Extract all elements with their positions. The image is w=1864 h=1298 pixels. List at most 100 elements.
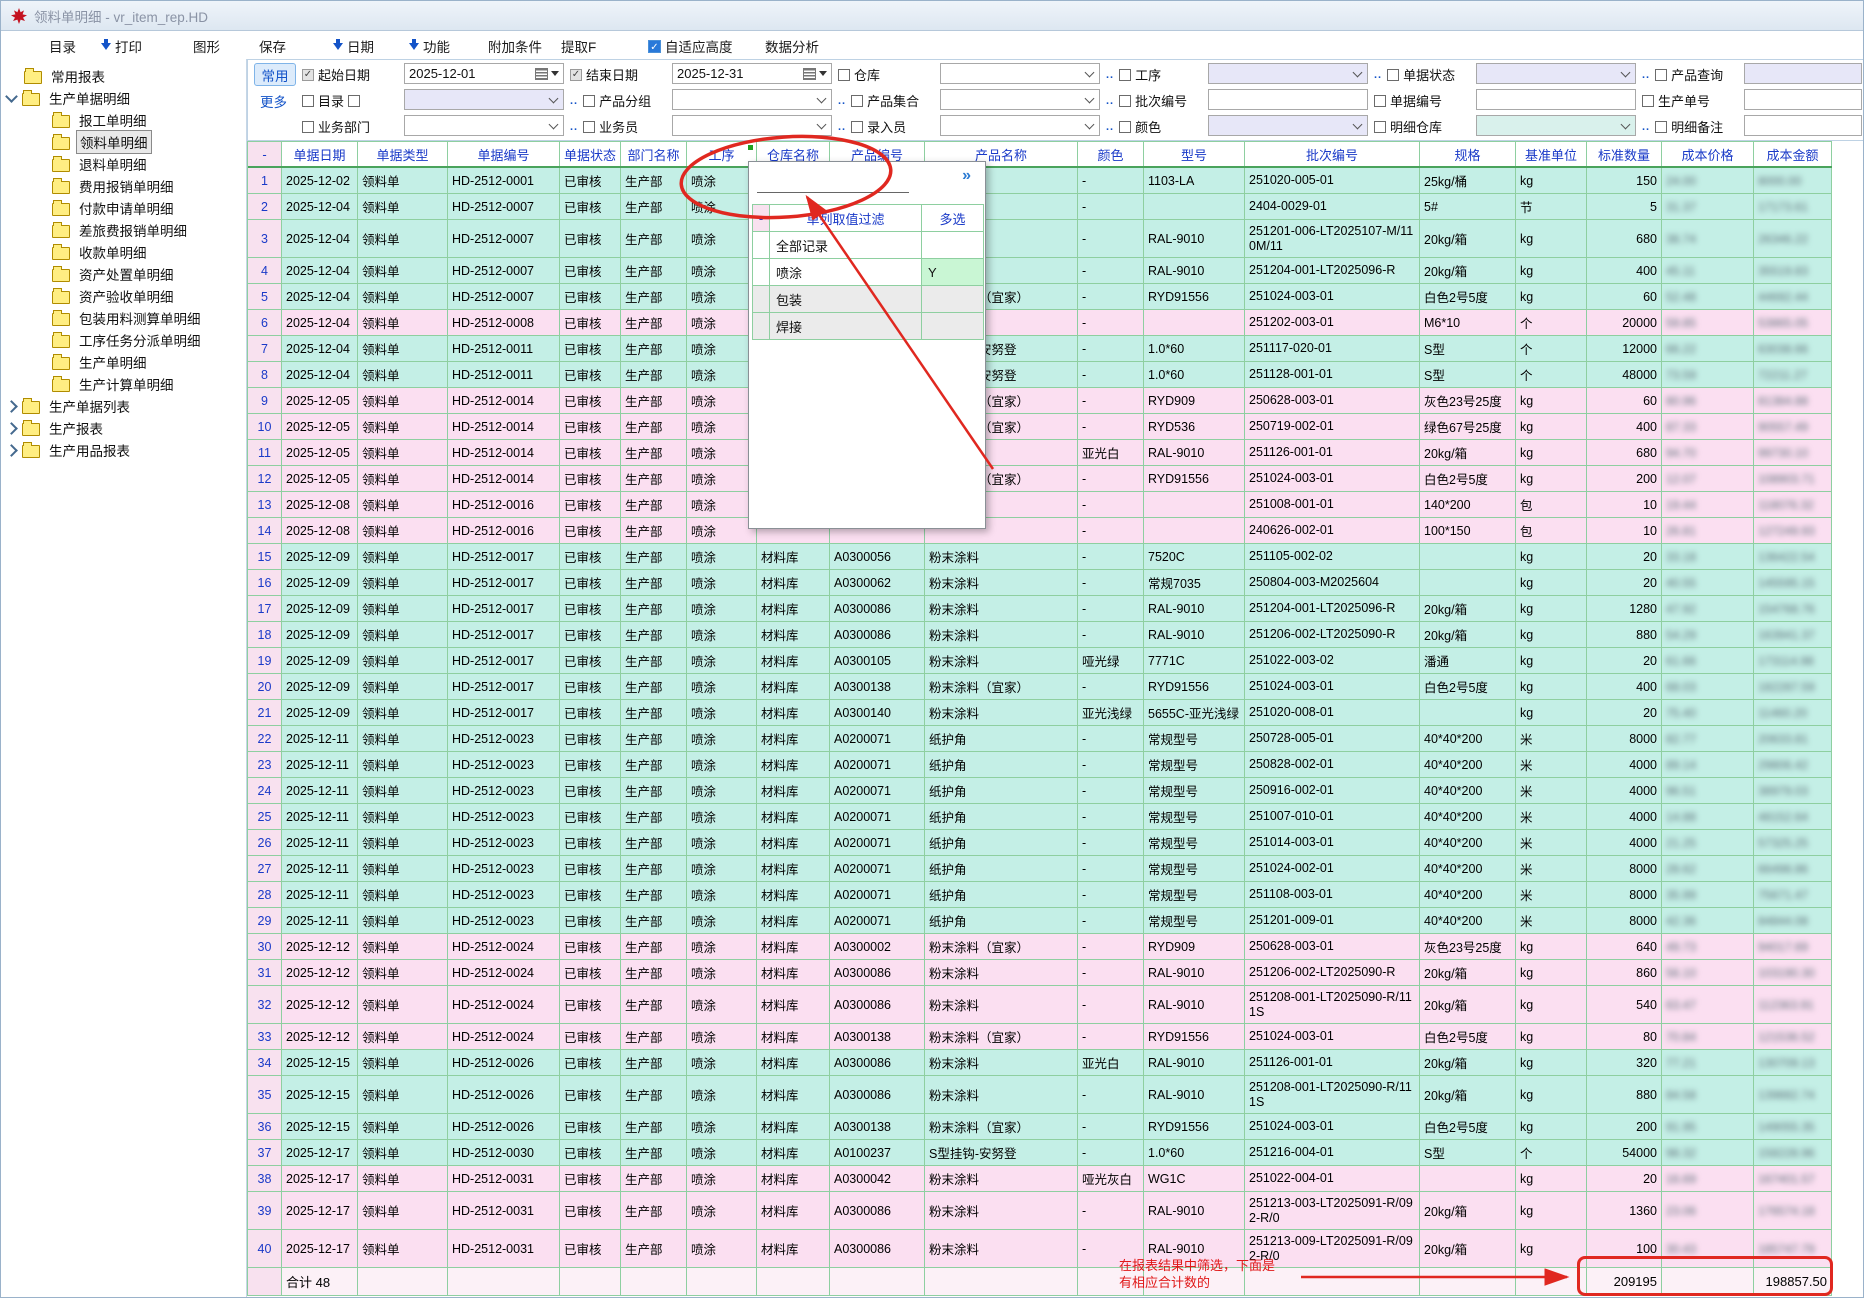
chevron-down-icon[interactable] <box>549 119 559 129</box>
column-header-单据状态[interactable]: 单据状态 <box>560 142 621 166</box>
table-row[interactable]: 62025-12-04领料单HD-2512-0008已审核生产部喷涂-25120… <box>248 310 1832 336</box>
filter-checkbox-业务员[interactable] <box>583 121 595 133</box>
column-header-规格[interactable]: 规格 <box>1420 142 1516 166</box>
table-row[interactable]: 282025-12-11领料单HD-2512-0023已审核生产部喷涂材料库A0… <box>248 882 1832 908</box>
dropdown-field-目录[interactable] <box>404 89 564 110</box>
column-header-成本价格[interactable]: 成本价格 <box>1662 142 1754 166</box>
table-row[interactable]: 32025-12-04领料单HD-2512-0007已审核生产部喷涂-RAL-9… <box>248 220 1832 258</box>
table-row[interactable]: 382025-12-17领料单HD-2512-0031已审核生产部喷涂材料库A0… <box>248 1166 1832 1192</box>
chevron-down-icon[interactable] <box>817 93 827 103</box>
more-dots-icon[interactable]: .. <box>838 95 846 107</box>
input-field-生产单号[interactable] <box>1744 89 1862 110</box>
toolbar-item-6[interactable]: 功能 <box>409 36 450 56</box>
more-dots-icon[interactable]: .. <box>570 95 578 107</box>
table-row[interactable]: 132025-12-08领料单HD-2512-0016已审核生产部喷涂-2510… <box>248 492 1832 518</box>
popup-option-multi[interactable] <box>922 286 984 313</box>
popup-index-header[interactable]: - <box>753 205 770 232</box>
dropdown-field-单据状态[interactable] <box>1476 63 1636 84</box>
table-row[interactable]: 292025-12-11领料单HD-2512-0023已审核生产部喷涂材料库A0… <box>248 908 1832 934</box>
dropdown-field-业务部门[interactable] <box>404 115 564 136</box>
input-field-产品查询[interactable] <box>1744 63 1862 84</box>
chevron-down-icon[interactable] <box>1353 119 1363 129</box>
filter-checkbox-单据状态[interactable] <box>1387 69 1399 81</box>
table-row[interactable]: 52025-12-04领料单HD-2512-0007已审核生产部喷涂粉末涂料（宜… <box>248 284 1832 310</box>
column-header-单据类型[interactable]: 单据类型 <box>358 142 448 166</box>
tree-item[interactable]: 付款申请单明细 <box>1 197 246 219</box>
filter-checkbox-工序[interactable] <box>1119 69 1131 81</box>
tree-item[interactable]: 生产单明细 <box>1 351 246 373</box>
calendar-icon[interactable] <box>803 68 816 80</box>
filter-checkbox-起始日期[interactable]: ✓ <box>302 69 314 81</box>
tree-item[interactable]: 差旅费报销单明细 <box>1 219 246 241</box>
filter-checkbox-颜色[interactable] <box>1119 121 1131 133</box>
table-row[interactable]: 22025-12-04领料单HD-2512-0007已审核生产部喷涂-2404-… <box>248 194 1832 220</box>
dropdown-field-业务员[interactable] <box>672 115 832 136</box>
popup-option-multi[interactable] <box>922 232 984 259</box>
filter-checkbox-单据编号[interactable] <box>1374 95 1386 107</box>
date-field-起始日期[interactable]: 2025-12-01 <box>404 63 564 84</box>
popup-option-row[interactable]: 包装 <box>753 286 984 313</box>
filter-checkbox-仓库[interactable] <box>838 69 850 81</box>
tree-item[interactable]: 资产处置单明细 <box>1 263 246 285</box>
dropdown-field-工序[interactable] <box>1208 63 1368 84</box>
tree-item[interactable]: 生产单据明细 <box>1 87 246 109</box>
dropdown-field-录入员[interactable] <box>940 115 1100 136</box>
column-header-单据日期[interactable]: 单据日期 <box>282 142 358 166</box>
toolbar-item-2[interactable]: 打印 <box>101 36 142 56</box>
more-dots-icon[interactable]: .. <box>1642 121 1650 133</box>
filter-checkbox-产品分组[interactable] <box>583 95 595 107</box>
filter-checkbox-批次编号[interactable] <box>1119 95 1131 107</box>
expand-chevrons-icon[interactable]: » <box>962 167 971 185</box>
table-row[interactable]: 82025-12-04领料单HD-2512-0011已审核生产部喷涂S型挂钩-安… <box>248 362 1832 388</box>
popup-filter-title[interactable]: 单列取值过滤 <box>770 205 922 232</box>
column-header--[interactable]: - <box>248 142 282 166</box>
table-row[interactable]: 12025-12-02领料单HD-2512-0001已审核生产部喷涂-1103-… <box>248 168 1832 194</box>
column-header-型号[interactable]: 型号 <box>1144 142 1245 166</box>
filter-checkbox-生产单号[interactable] <box>1642 95 1654 107</box>
table-row[interactable]: 142025-12-08领料单HD-2512-0016已审核生产部喷涂-2406… <box>248 518 1832 544</box>
more-dots-icon[interactable]: .. <box>1106 69 1114 81</box>
dropdown-arrow-icon[interactable] <box>551 71 559 76</box>
chevron-down-icon[interactable] <box>549 93 559 103</box>
tree-item[interactable]: 收款单明细 <box>1 241 246 263</box>
filter-extra-checkbox[interactable] <box>348 95 360 107</box>
toolbar-item-1[interactable]: 目录 <box>49 36 76 56</box>
table-row[interactable]: 72025-12-04领料单HD-2512-0011已审核生产部喷涂S型挂钩-安… <box>248 336 1832 362</box>
chevron-down-icon[interactable] <box>1621 119 1631 129</box>
table-row[interactable]: 342025-12-15领料单HD-2512-0026已审核生产部喷涂材料库A0… <box>248 1050 1832 1076</box>
popup-option-row[interactable]: 焊接 <box>753 313 984 340</box>
calendar-icon[interactable] <box>535 68 548 80</box>
filter-checkbox-录入员[interactable] <box>851 121 863 133</box>
table-row[interactable]: 352025-12-15领料单HD-2512-0026已审核生产部喷涂材料库A0… <box>248 1076 1832 1114</box>
tree-item[interactable]: 生产用品报表 <box>1 439 246 461</box>
table-row[interactable]: 332025-12-12领料单HD-2512-0024已审核生产部喷涂材料库A0… <box>248 1024 1832 1050</box>
table-row[interactable]: 232025-12-11领料单HD-2512-0023已审核生产部喷涂材料库A0… <box>248 752 1832 778</box>
table-row[interactable]: 102025-12-05领料单HD-2512-0014已审核生产部喷涂粉末涂料（… <box>248 414 1832 440</box>
filter-checkbox-明细仓库[interactable] <box>1374 121 1386 133</box>
table-row[interactable]: 92025-12-05领料单HD-2512-0014已审核生产部喷涂粉末涂料（宜… <box>248 388 1832 414</box>
table-row[interactable]: 312025-12-12领料单HD-2512-0024已审核生产部喷涂材料库A0… <box>248 960 1832 986</box>
more-dots-icon[interactable]: .. <box>1374 69 1382 81</box>
toolbar-item-4[interactable]: 保存 <box>259 36 286 56</box>
chevron-down-icon[interactable] <box>817 119 827 129</box>
popup-option-label[interactable]: 喷涂 <box>770 259 922 286</box>
tree-item[interactable]: 常用报表 <box>1 65 246 87</box>
table-row[interactable]: 122025-12-05领料单HD-2512-0014已审核生产部喷涂粉末涂料（… <box>248 466 1832 492</box>
table-row[interactable]: 42025-12-04领料单HD-2512-0007已审核生产部喷涂-RAL-9… <box>248 258 1832 284</box>
tree-item[interactable]: 报工单明细 <box>1 109 246 131</box>
dropdown-field-产品集合[interactable] <box>940 89 1100 110</box>
popup-multi-header[interactable]: 多选 <box>922 205 984 232</box>
filter-checkbox-明细备注[interactable] <box>1655 121 1667 133</box>
checkbox-checked-icon[interactable]: ✓ <box>648 40 661 53</box>
tree-item[interactable]: 领料单明细 <box>1 131 246 153</box>
toolbar-item-10[interactable]: 数据分析 <box>765 36 819 56</box>
more-dots-icon[interactable]: .. <box>1642 69 1650 81</box>
popup-option-multi[interactable]: Y <box>922 259 984 286</box>
filter-checkbox-业务部门[interactable] <box>302 121 314 133</box>
column-header-工序[interactable]: 工序 <box>687 142 757 166</box>
table-row[interactable]: 262025-12-11领料单HD-2512-0023已审核生产部喷涂材料库A0… <box>248 830 1832 856</box>
table-row[interactable]: 222025-12-11领料单HD-2512-0023已审核生产部喷涂材料库A0… <box>248 726 1832 752</box>
table-row[interactable]: 252025-12-11领料单HD-2512-0023已审核生产部喷涂材料库A0… <box>248 804 1832 830</box>
chevron-down-icon[interactable] <box>1621 67 1631 77</box>
chevron-right-icon[interactable] <box>5 400 18 413</box>
